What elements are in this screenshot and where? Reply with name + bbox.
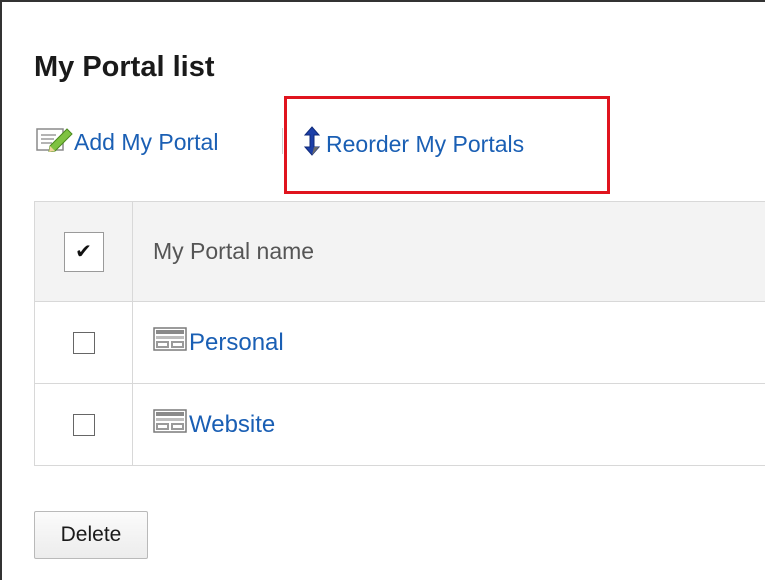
row-checkbox[interactable] <box>72 331 95 354</box>
portal-table: ✔ My Portal name Personal Website <box>34 201 765 466</box>
portal-link-personal[interactable]: Personal <box>133 327 284 358</box>
select-all-checkbox[interactable]: ✔ <box>63 231 104 272</box>
portal-link-website[interactable]: Website <box>133 409 275 440</box>
add-my-portal-label: Add My Portal <box>74 129 219 155</box>
table-header-row: ✔ My Portal name <box>34 201 765 302</box>
portal-name: Website <box>189 410 276 438</box>
action-separator <box>282 128 283 154</box>
highlight-box <box>284 96 610 194</box>
row-check-cell <box>34 383 133 466</box>
table-row: Personal <box>34 301 765 384</box>
table-row: Website <box>34 383 765 466</box>
portal-name: Personal <box>189 328 284 356</box>
portal-layout-icon <box>153 409 187 440</box>
column-header-name-label: My Portal name <box>153 238 315 264</box>
delete-button[interactable]: Delete <box>34 511 148 559</box>
edit-note-icon <box>36 126 74 158</box>
row-name-cell: Website <box>132 383 765 466</box>
select-all-cell: ✔ <box>34 201 133 302</box>
column-header-name: My Portal name <box>132 201 765 302</box>
portal-layout-icon <box>153 327 187 358</box>
add-my-portal-link[interactable]: Add My Portal <box>36 126 218 158</box>
row-check-cell <box>34 301 133 384</box>
row-name-cell: Personal <box>132 301 765 384</box>
row-checkbox[interactable] <box>72 413 95 436</box>
page-title: My Portal list <box>34 51 215 83</box>
